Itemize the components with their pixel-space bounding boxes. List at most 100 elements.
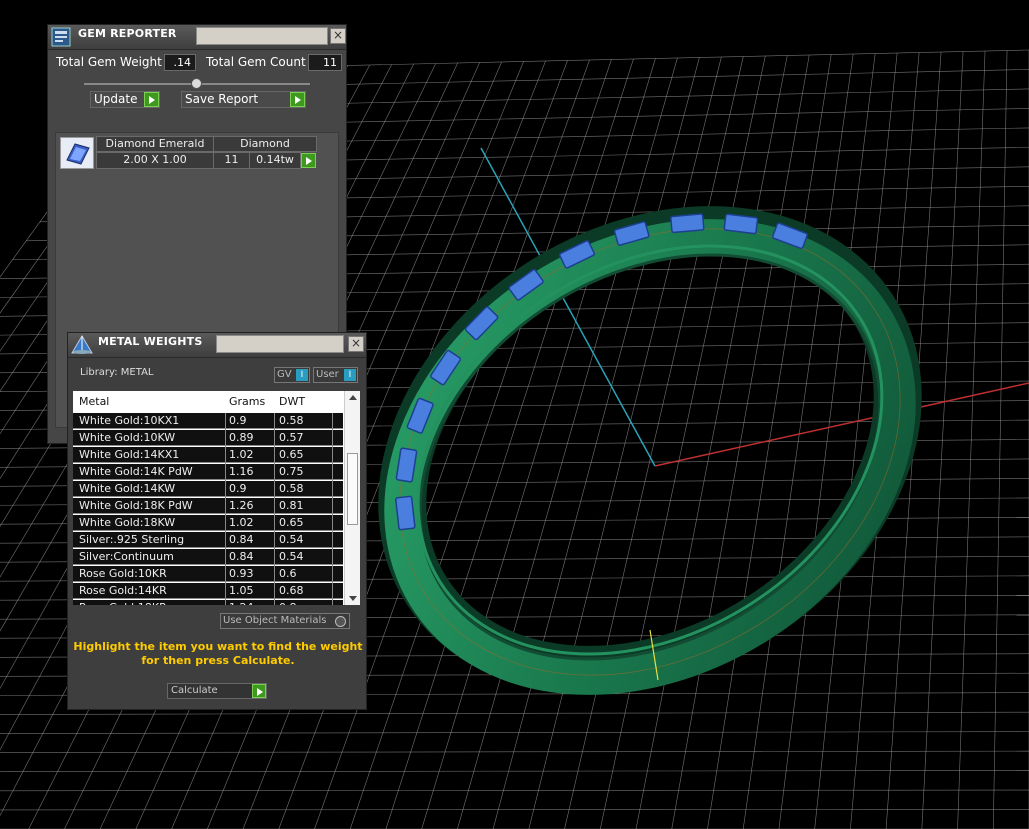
metal-cell: Rose Gold:10KR (79, 567, 167, 580)
dwt-cell: 0.68 (279, 584, 304, 597)
grid-line (0, 750, 1029, 753)
total-gem-count-label: Total Gem Count (206, 55, 306, 69)
dwt-column-header[interactable]: DWT (279, 395, 305, 408)
gem-stone (723, 213, 759, 235)
total-gem-count-value: 11 (308, 54, 342, 71)
radio-icon (335, 616, 346, 627)
gem-stone (670, 213, 705, 234)
table-row[interactable]: Silver:.925 Sterling 0.84 0.54 (73, 532, 343, 548)
total-gem-weight-value: .14 (164, 54, 196, 71)
dwt-cell: 0.54 (279, 550, 304, 563)
grid-line (0, 789, 1029, 792)
play-arrow-icon (144, 92, 159, 107)
metal-cell: White Gold:10KX1 (79, 414, 180, 427)
ring-model[interactable] (316, 138, 983, 766)
metal-cell: White Gold:14K PdW (79, 465, 193, 478)
table-row[interactable]: White Gold:14KW 0.9 0.58 (73, 481, 343, 497)
metal-weights-panel: METAL WEIGHTS × Library: METAL GV I User… (67, 332, 367, 710)
update-label: Update (94, 92, 138, 106)
title-bar-fill (196, 27, 328, 45)
metal-cell: Silver:Continuum (79, 550, 174, 563)
gem-weight-cell: 0.14tw (249, 152, 301, 169)
use-object-materials-toggle[interactable]: Use Object Materials (220, 613, 350, 629)
close-icon[interactable]: × (330, 28, 346, 44)
gem-material-cell: Diamond (213, 136, 317, 152)
calculate-button[interactable]: Calculate (167, 683, 267, 699)
dwt-cell: 0.65 (279, 448, 304, 461)
table-row[interactable]: White Gold:14K PdW 1.16 0.75 (73, 464, 343, 480)
grams-cell: 0.89 (229, 431, 254, 444)
table-row[interactable]: Rose Gold:10KR 0.93 0.6 (73, 566, 343, 582)
close-icon[interactable]: × (348, 336, 364, 352)
metal-cell: White Gold:10KW (79, 431, 176, 444)
gem-reporter-icon (51, 27, 71, 47)
grid-line (0, 731, 1029, 734)
instruction-line-1: Highlight the item you want to find the … (73, 640, 363, 653)
dwt-cell: 0.65 (279, 516, 304, 529)
toggle-mark: I (296, 369, 308, 381)
table-row[interactable]: White Gold:10KX1 0.9 0.58 (73, 413, 343, 429)
gv-label: GV (277, 369, 292, 380)
column-divider (332, 413, 333, 605)
grams-cell: 0.84 (229, 550, 254, 563)
metal-weights-titlebar[interactable]: METAL WEIGHTS × (68, 333, 366, 358)
slider-handle-icon[interactable] (191, 78, 202, 89)
metal-table[interactable]: Metal Grams DWT White Gold:10KX1 0.9 0.58 W… (73, 391, 360, 605)
grams-cell: 1.05 (229, 584, 254, 597)
total-gem-weight-label: Total Gem Weight (56, 55, 162, 69)
metal-column-header[interactable]: Metal (79, 395, 109, 408)
gem-thumbnail-icon (60, 137, 94, 169)
gem-detail-arrow-icon[interactable] (301, 153, 316, 168)
grams-cell: 1.26 (229, 499, 254, 512)
table-row[interactable]: White Gold:18K PdW 1.26 0.81 (73, 498, 343, 514)
toggle-mark: I (344, 369, 356, 381)
gem-shape-cell: Diamond Emerald (96, 136, 214, 152)
metal-weights-title: METAL WEIGHTS (98, 335, 203, 348)
dwt-cell: 0.54 (279, 533, 304, 546)
metal-cell: White Gold:18K PdW (79, 499, 193, 512)
gv-toggle[interactable]: GV I (274, 367, 310, 383)
dwt-cell: 0.57 (279, 431, 304, 444)
metal-table-scrollbar[interactable] (344, 391, 360, 605)
table-row[interactable]: White Gold:10KW 0.89 0.57 (73, 430, 343, 446)
table-row[interactable]: Rose Gold:14KR 1.05 0.68 (73, 583, 343, 599)
grams-cell: 0.9 (229, 414, 247, 427)
x-axis-line (654, 382, 1029, 467)
user-label: User (316, 369, 339, 380)
grams-cell: 0.9 (229, 482, 247, 495)
save-report-button[interactable]: Save Report (181, 91, 306, 108)
grams-cell: 1.02 (229, 516, 254, 529)
column-divider (225, 413, 226, 605)
table-row[interactable]: Rose Gold:18KR 1.24 0.8 (73, 600, 343, 605)
grams-cell: 0.93 (229, 567, 254, 580)
grid-line (0, 809, 1029, 811)
scrollbar-thumb[interactable] (347, 453, 358, 525)
metal-cell: Rose Gold:18KR (79, 601, 167, 605)
gem-reporter-title: GEM REPORTER (78, 27, 177, 40)
scroll-up-icon[interactable] (349, 395, 357, 400)
dwt-cell: 0.81 (279, 499, 304, 512)
library-label: Library: METAL (80, 367, 154, 378)
metal-cell: White Gold:14KX1 (79, 448, 180, 461)
grid-line (0, 770, 1029, 772)
grams-column-header[interactable]: Grams (229, 395, 265, 408)
gem-size-cell: 2.00 X 1.00 (96, 152, 214, 169)
calculate-label: Calculate (171, 685, 218, 696)
play-arrow-icon (252, 684, 266, 698)
play-arrow-icon (290, 92, 305, 107)
scroll-down-icon[interactable] (349, 596, 357, 601)
table-row[interactable]: Silver:Continuum 0.84 0.54 (73, 549, 343, 565)
table-row[interactable]: White Gold:14KX1 1.02 0.65 (73, 447, 343, 463)
save-report-label: Save Report (185, 92, 259, 106)
dwt-cell: 0.6 (279, 567, 297, 580)
title-bar-fill (216, 335, 344, 353)
table-row[interactable]: White Gold:18KW 1.02 0.65 (73, 515, 343, 531)
gem-list-item[interactable]: Diamond Emerald Diamond 2.00 X 1.00 11 0… (58, 135, 320, 171)
use-object-materials-label: Use Object Materials (223, 615, 327, 626)
dwt-cell: 0.58 (279, 414, 304, 427)
update-button[interactable]: Update (90, 91, 160, 108)
size-slider[interactable] (84, 78, 310, 89)
dwt-cell: 0.58 (279, 482, 304, 495)
user-toggle[interactable]: User I (313, 367, 358, 383)
gem-reporter-titlebar[interactable]: GEM REPORTER × (48, 25, 346, 50)
